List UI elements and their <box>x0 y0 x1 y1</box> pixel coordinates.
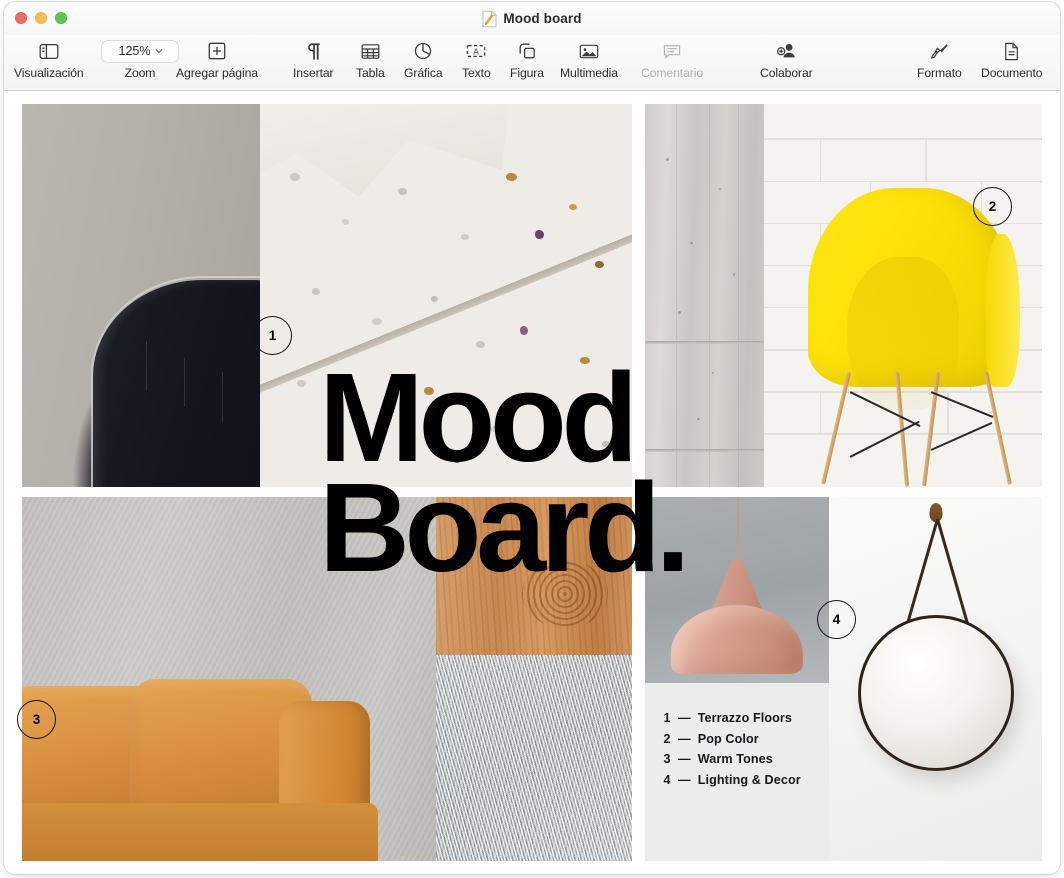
table-button[interactable]: Tabla <box>356 39 385 80</box>
add-page-label: Agregar página <box>176 66 258 80</box>
wood-knot <box>522 560 609 629</box>
zoom-control[interactable]: 125% Zoom <box>102 39 178 80</box>
list-item: 3 — Warm Tones <box>663 752 801 766</box>
text-button[interactable]: A Texto <box>462 39 491 80</box>
format-label: Formato <box>917 66 962 80</box>
shape-label: Figura <box>510 66 544 80</box>
legend-label: Lighting & Decor <box>697 772 801 787</box>
lamp-cord <box>737 497 739 568</box>
zoom-value-pill[interactable]: 125% <box>102 39 178 63</box>
format-button[interactable]: Formato <box>917 39 962 80</box>
photo-terrazzo[interactable] <box>260 104 632 487</box>
callout-badge-4[interactable]: 4 <box>817 600 856 639</box>
legend-label: Terrazzo Floors <box>697 711 793 725</box>
image-icon <box>579 39 599 63</box>
list-item: 2 — Pop Color <box>663 732 801 746</box>
document-button[interactable]: Documento <box>981 39 1043 80</box>
text-box-icon: A <box>466 39 486 63</box>
concrete-joint <box>645 448 764 452</box>
chair-shell-inner <box>847 257 959 411</box>
photo-yellow-chair[interactable] <box>764 104 1042 487</box>
table-label: Tabla <box>356 66 385 80</box>
zoom-label: Zoom <box>124 66 156 80</box>
legend-dash: — <box>678 772 691 787</box>
photo-pink-lamp[interactable] <box>645 497 829 683</box>
shape-button[interactable]: Figura <box>510 39 544 80</box>
pages-window: Mood board Visualización 125% Zoom Agreg… <box>4 2 1060 874</box>
svg-text:A: A <box>474 47 480 57</box>
chart-label: Gráfica <box>404 66 443 80</box>
document-canvas[interactable]: 1 — Terrazzo Floors 2 — Pop Color 3 — Wa… <box>4 91 1060 874</box>
legend-number: 4 <box>663 772 671 787</box>
list-item: 1 — Terrazzo Floors <box>663 711 801 725</box>
legend-panel: 1 — Terrazzo Floors 2 — Pop Color 3 — Wa… <box>645 683 829 861</box>
plus-box-icon <box>208 39 226 63</box>
window-titlebar: Mood board <box>4 2 1060 35</box>
media-label: Multimedia <box>560 66 618 80</box>
legend-label: Warm Tones <box>697 752 773 766</box>
legend-dash: — <box>678 731 691 746</box>
pie-chart-icon <box>414 39 432 63</box>
text-label: Texto <box>462 66 491 80</box>
window-title-group: Mood board <box>4 2 1060 35</box>
document-page: 1 — Terrazzo Floors 2 — Pop Color 3 — Wa… <box>4 91 1060 874</box>
chair-piping-shape <box>91 276 260 487</box>
legend-dash: — <box>678 752 691 766</box>
callout-badge-4-label: 4 <box>832 612 841 627</box>
zoom-value: 125% <box>118 44 151 58</box>
photo-grey-fur[interactable] <box>436 655 632 861</box>
callout-badge-2-label: 2 <box>988 199 997 214</box>
document-label: Documento <box>981 66 1043 80</box>
collaborate-button[interactable]: Colaborar <box>760 39 813 80</box>
chart-button[interactable]: Gráfica <box>404 39 443 80</box>
legend-dash: — <box>678 711 691 725</box>
legend-list: 1 — Terrazzo Floors 2 — Pop Color 3 — Wa… <box>663 711 801 787</box>
concrete-joint <box>645 341 764 345</box>
callout-badge-3[interactable]: 3 <box>17 700 56 739</box>
photo-tan-sofa[interactable] <box>22 497 436 861</box>
mirror-glass <box>857 615 1014 771</box>
list-item: 4 — Lighting & Decor <box>663 773 801 787</box>
photo-concrete-wall[interactable] <box>645 104 764 487</box>
photo-dark-chair[interactable] <box>22 104 260 487</box>
sidebar-icon <box>39 39 59 63</box>
document-icon <box>1004 39 1020 63</box>
callout-badge-1-label: 1 <box>268 328 277 343</box>
media-button[interactable]: Multimedia <box>560 39 618 80</box>
photo-wood-grain[interactable] <box>436 497 632 655</box>
callout-badge-3-label: 3 <box>32 712 41 727</box>
window-title: Mood board <box>503 11 582 26</box>
pilcrow-icon <box>305 39 321 63</box>
comment-label: Comentario <box>641 66 703 80</box>
legend-number: 2 <box>663 731 671 746</box>
chevron-down-icon <box>155 48 164 54</box>
shapes-icon <box>518 39 536 63</box>
comment-icon <box>663 39 681 63</box>
add-person-icon <box>776 39 797 63</box>
insert-button[interactable]: Insertar <box>293 39 334 80</box>
lamp-dome <box>670 604 804 674</box>
chair-arm-shape <box>986 234 1020 388</box>
main-toolbar: Visualización 125% Zoom Agregar página I… <box>4 35 1060 91</box>
add-page-button[interactable]: Agregar página <box>176 39 258 80</box>
paintbrush-icon <box>930 39 949 63</box>
comment-button[interactable]: Comentario <box>641 39 703 80</box>
view-button[interactable]: Visualización <box>14 39 84 80</box>
legend-number: 1 <box>663 711 671 725</box>
legend-label: Pop Color <box>697 731 759 746</box>
view-button-label: Visualización <box>14 66 84 80</box>
table-grid-icon <box>361 39 380 63</box>
sofa-base <box>22 802 379 861</box>
callout-badge-2[interactable]: 2 <box>973 187 1012 226</box>
insert-label: Insertar <box>293 66 334 80</box>
pages-document-icon <box>482 9 498 27</box>
callout-badge-1[interactable]: 1 <box>253 316 292 355</box>
photo-round-mirror[interactable] <box>829 497 1042 861</box>
legend-number: 3 <box>663 752 671 766</box>
collaborate-label: Colaborar <box>760 66 813 80</box>
